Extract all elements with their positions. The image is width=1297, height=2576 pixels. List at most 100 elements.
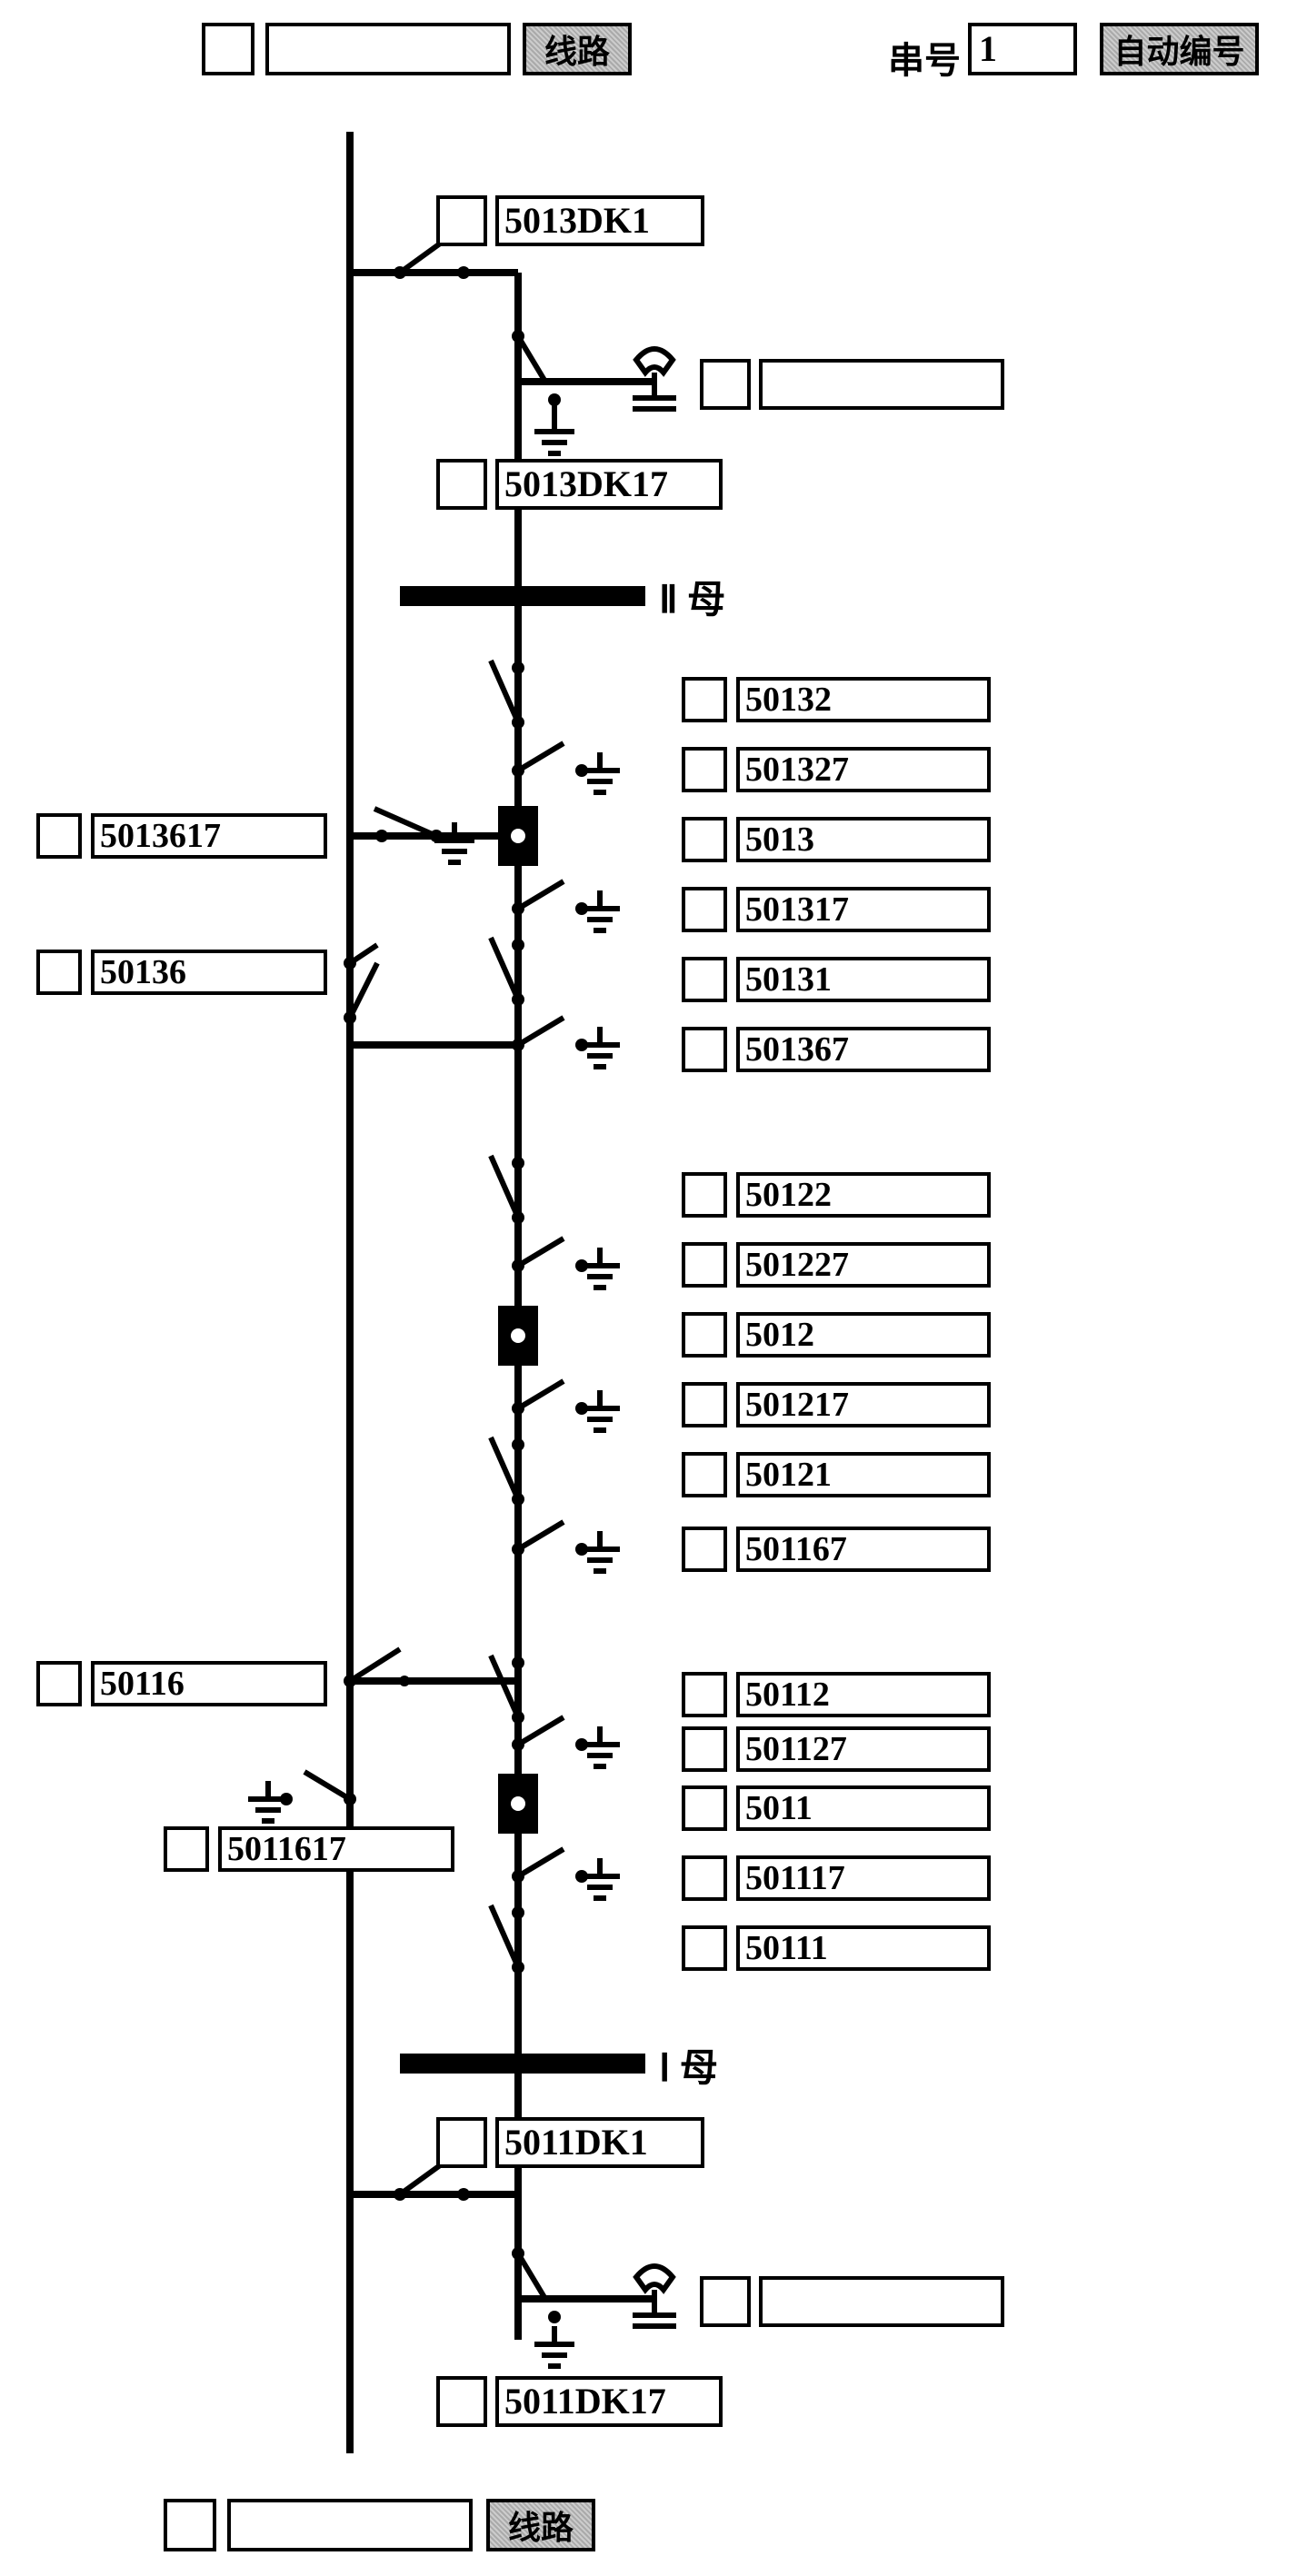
input-501227[interactable]: 501227	[736, 1242, 991, 1288]
bus-i	[400, 2054, 645, 2074]
label-5011DK17: 5011DK17	[504, 2381, 666, 2422]
input-5013617[interactable]: 5013617	[91, 813, 327, 859]
bottom-empty-checkbox[interactable]	[164, 2499, 216, 2551]
label-5013DK1: 5013DK1	[504, 200, 650, 241]
input-50121[interactable]: 50121	[736, 1452, 991, 1497]
input-50112[interactable]: 50112	[736, 1672, 991, 1717]
input-ct-upper[interactable]	[759, 359, 1004, 410]
cb-50131[interactable]	[682, 957, 727, 1002]
label-5013DK17: 5013DK17	[504, 463, 668, 504]
bottom-empty-input[interactable]	[227, 2499, 473, 2551]
cb-501127[interactable]	[682, 1726, 727, 1772]
label-501317: 501317	[745, 890, 849, 929]
cb-5013617[interactable]	[36, 813, 82, 859]
serial-input[interactable]: 1	[968, 23, 1077, 75]
cb-50136[interactable]	[36, 950, 82, 995]
label-501367: 501367	[745, 1030, 849, 1069]
bottom-line-button-label: 线路	[508, 2501, 574, 2549]
bay-5012	[491, 1156, 620, 1571]
cb-501117[interactable]	[682, 1855, 727, 1901]
serial-value: 1	[979, 28, 997, 69]
label-50112: 50112	[745, 1676, 830, 1714]
input-5012[interactable]: 5012	[736, 1312, 991, 1358]
cb-5011617[interactable]	[164, 1826, 209, 1872]
label-50131: 50131	[745, 960, 832, 999]
label-50111: 50111	[745, 1929, 828, 1967]
cb-5013DK17[interactable]	[436, 459, 487, 510]
cb-501317[interactable]	[682, 887, 727, 932]
cb-5013[interactable]	[682, 817, 727, 862]
cb-ct-lower[interactable]	[700, 2276, 751, 2327]
cb-501167[interactable]	[682, 1527, 727, 1572]
input-50122[interactable]: 50122	[736, 1172, 991, 1218]
bus-ii	[400, 522, 645, 606]
serial-label: 串号	[888, 31, 961, 84]
label-501127: 501127	[745, 1730, 847, 1768]
bus-i-label: Ⅰ 母	[659, 2048, 718, 2090]
cb-5011DK17[interactable]	[436, 2376, 487, 2427]
label-5011: 5011	[745, 1789, 813, 1827]
cb-501217[interactable]	[682, 1382, 727, 1427]
cb-501327[interactable]	[682, 747, 727, 792]
cb-5013DK1[interactable]	[436, 195, 487, 246]
top-line-button-label: 线路	[544, 25, 610, 73]
label-5012: 5012	[745, 1316, 814, 1354]
input-501217[interactable]: 501217	[736, 1382, 991, 1427]
cb-50112[interactable]	[682, 1672, 727, 1717]
cb-50111[interactable]	[682, 1925, 727, 1971]
input-50136[interactable]: 50136	[91, 950, 327, 995]
input-5011617[interactable]: 5011617	[218, 1826, 454, 1872]
top-line-button[interactable]: 线路	[523, 23, 632, 75]
label-501117: 501117	[745, 1859, 845, 1897]
label-50122: 50122	[745, 1176, 832, 1214]
input-5011DK1[interactable]: 5011DK1	[495, 2117, 704, 2168]
label-5011DK1: 5011DK1	[504, 2122, 648, 2163]
top-empty-checkbox-1[interactable]	[202, 23, 254, 75]
label-50116: 50116	[100, 1665, 185, 1703]
cb-5011DK1[interactable]	[436, 2117, 487, 2168]
input-5013DK1[interactable]: 5013DK1	[495, 195, 704, 246]
cb-50132[interactable]	[682, 677, 727, 722]
label-50136: 50136	[100, 953, 186, 991]
input-5011DK17[interactable]: 5011DK17	[495, 2376, 723, 2427]
cb-5011[interactable]	[682, 1785, 727, 1831]
input-501117[interactable]: 501117	[736, 1855, 991, 1901]
label-50121: 50121	[745, 1456, 832, 1494]
top-empty-input-1[interactable]	[265, 23, 511, 75]
label-501167: 501167	[745, 1530, 847, 1568]
auto-number-button-label: 自动编号	[1113, 25, 1244, 73]
bottom-line-button[interactable]: 线路	[486, 2499, 595, 2551]
label-50132: 50132	[745, 681, 832, 719]
label-501217: 501217	[745, 1386, 849, 1424]
input-50132[interactable]: 50132	[736, 677, 991, 722]
cb-50122[interactable]	[682, 1172, 727, 1218]
cb-501367[interactable]	[682, 1027, 727, 1072]
bus-ii-label: Ⅱ 母	[659, 580, 725, 622]
input-ct-lower[interactable]	[759, 2276, 1004, 2327]
label-501227: 501227	[745, 1246, 849, 1284]
label-5013: 5013	[745, 821, 814, 859]
input-501327[interactable]: 501327	[736, 747, 991, 792]
input-5013[interactable]: 5013	[736, 817, 991, 862]
cb-501227[interactable]	[682, 1242, 727, 1288]
cb-5012[interactable]	[682, 1312, 727, 1358]
cb-50121[interactable]	[682, 1452, 727, 1497]
input-5013DK17[interactable]: 5013DK17	[495, 459, 723, 510]
auto-number-button[interactable]: 自动编号	[1100, 23, 1259, 75]
cb-ct-upper[interactable]	[700, 359, 751, 410]
ground-switch-5013DK17	[512, 330, 574, 453]
label-5013617: 5013617	[100, 817, 221, 855]
label-5011617: 5011617	[227, 1830, 346, 1868]
input-50116[interactable]: 50116	[91, 1661, 327, 1706]
input-5011[interactable]: 5011	[736, 1785, 991, 1831]
ct-upper-icon	[633, 349, 676, 409]
cb-50116[interactable]	[36, 1661, 82, 1706]
input-50111[interactable]: 50111	[736, 1925, 991, 1971]
bay-5013	[344, 661, 620, 1067]
input-501317[interactable]: 501317	[736, 887, 991, 932]
input-501367[interactable]: 501367	[736, 1027, 991, 1072]
label-501327: 501327	[745, 751, 849, 789]
input-501167[interactable]: 501167	[736, 1527, 991, 1572]
input-501127[interactable]: 501127	[736, 1726, 991, 1772]
input-50131[interactable]: 50131	[736, 957, 991, 1002]
